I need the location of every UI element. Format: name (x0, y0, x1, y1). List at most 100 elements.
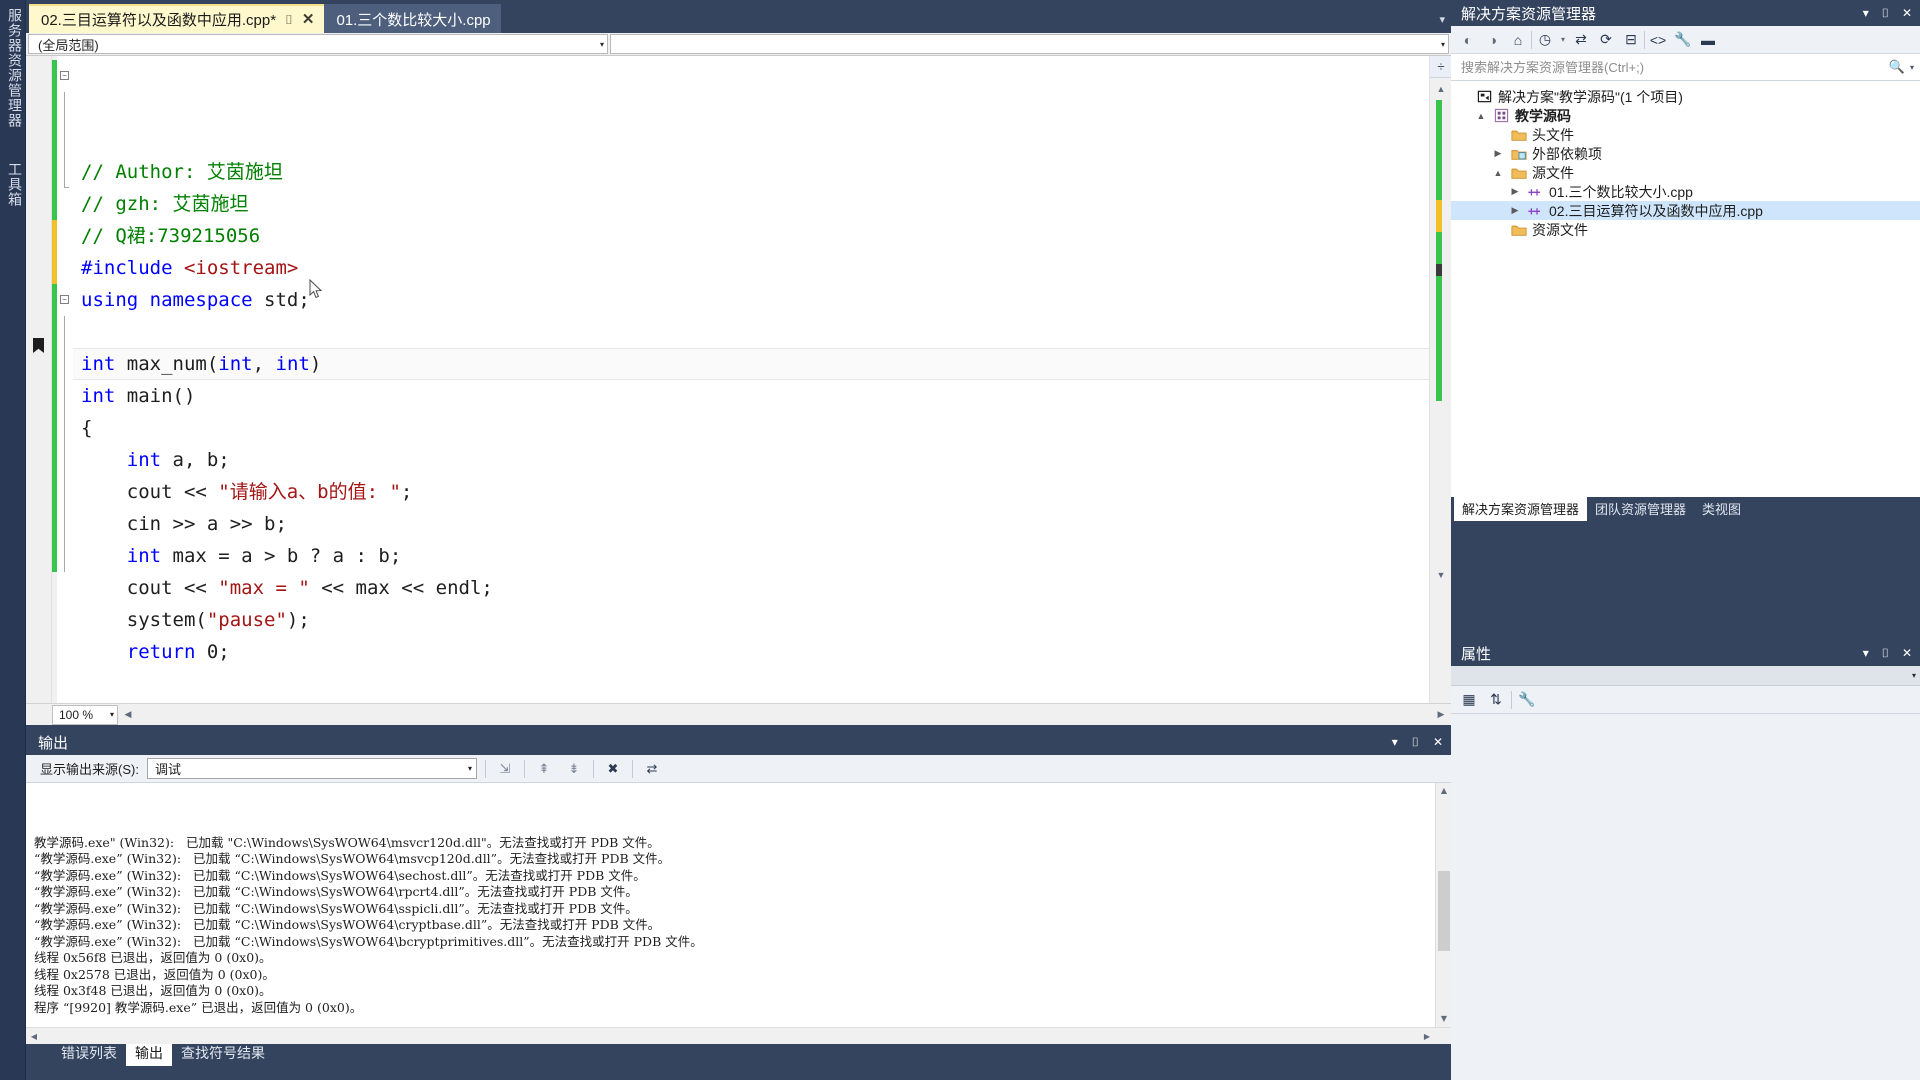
expand-icon[interactable]: ▶ (1491, 148, 1505, 159)
code-line[interactable]: int a, b; (73, 444, 1429, 476)
tree-node[interactable]: ▲ 教学源码 (1451, 106, 1920, 125)
scroll-left-icon[interactable]: ◀ (26, 1028, 42, 1045)
bookmark-icon[interactable] (33, 338, 44, 353)
pending-changes-filter-icon[interactable]: ◷ (1533, 28, 1557, 52)
alphabetical-view-icon[interactable]: ⇅ (1484, 688, 1508, 712)
code-text-area[interactable]: // Author: 艾茵施坦 // gzh: 艾茵施坦 // Q裙:7392150… (73, 56, 1429, 703)
forward-icon[interactable]: ◑ (1481, 28, 1505, 52)
jump-to-message-icon[interactable]: ⇲ (494, 758, 516, 780)
pin-icon[interactable]: ⌷ (1412, 735, 1419, 750)
properties-grid[interactable] (1451, 714, 1920, 1080)
code-line[interactable]: // gzh: 艾茵施坦 (73, 188, 1429, 220)
close-icon[interactable]: ✕ (1902, 6, 1912, 21)
bottom-tab-2[interactable]: 查找符号结果 (172, 1041, 274, 1066)
pin-icon[interactable]: ⌷ (1882, 646, 1889, 661)
pin-icon[interactable]: ⌷ (285, 13, 293, 26)
scroll-up-icon[interactable]: ▲ (1436, 783, 1451, 799)
output-horizontal-scrollbar[interactable]: ◀ ▶ (26, 1027, 1451, 1044)
code-line[interactable]: using namespace std; (73, 284, 1429, 316)
output-vertical-scrollbar[interactable]: ▲ ▼ (1435, 783, 1451, 1027)
scroll-up-icon[interactable]: ▲ (1430, 80, 1451, 98)
scroll-down-icon[interactable]: ▼ (1436, 1011, 1451, 1027)
output-log[interactable]: ▲ ▼ 教学源码.exe" (Win32): 已加载 "C:\Windows\S… (26, 783, 1451, 1027)
show-all-files-icon[interactable]: <> (1646, 28, 1670, 52)
bottom-tab-1[interactable]: 输出 (126, 1041, 172, 1066)
tree-node[interactable]: 资源文件 (1451, 220, 1920, 239)
bookmark-gutter[interactable] (26, 56, 52, 703)
code-line[interactable]: int max = a > b ? a : b; (73, 540, 1429, 572)
categorized-view-icon[interactable]: ▦ (1457, 688, 1481, 712)
scope-dropdown[interactable]: (全局范围) ▾ (28, 34, 608, 54)
clear-all-icon[interactable]: ✖ (602, 758, 624, 780)
scroll-right-icon[interactable]: ▶ (1433, 706, 1449, 724)
scroll-down-icon[interactable]: ▼ (1430, 566, 1451, 584)
tree-node[interactable]: 头文件 (1451, 125, 1920, 144)
output-source-dropdown[interactable]: 调试 ▾ (146, 758, 477, 779)
fold-collapse-icon[interactable]: − (60, 71, 69, 80)
code-line[interactable]: cout << "max = " << max << endl; (73, 572, 1429, 604)
code-line[interactable]: return 0; (73, 636, 1429, 668)
tree-node[interactable]: ▶ + + 02.三目运算符以及函数中应用.cpp (1451, 201, 1920, 220)
next-message-icon[interactable]: ⇟ (563, 758, 585, 780)
window-menu-icon[interactable]: ▾ (1392, 735, 1398, 750)
code-line[interactable]: int main() (73, 380, 1429, 412)
back-icon[interactable]: ◐ (1456, 28, 1480, 52)
solution-explorer-search[interactable]: 🔍 ▾ (1451, 54, 1920, 81)
solution-explorer-tab-2[interactable]: 类视图 (1694, 496, 1749, 521)
collapse-all-icon[interactable]: ⊟ (1619, 28, 1643, 52)
editor-horizontal-scrollbar[interactable]: ◀ ▶ (120, 706, 1449, 724)
pin-icon[interactable]: ⌷ (1882, 6, 1889, 21)
fold-collapse-icon[interactable]: − (60, 295, 69, 304)
sync-with-active-document-icon[interactable]: ⇄ (1569, 28, 1593, 52)
tree-node[interactable]: ▶ 外部依赖项 (1451, 144, 1920, 163)
collapse-icon[interactable]: ▲ (1491, 168, 1505, 178)
close-icon[interactable]: ✕ (1433, 735, 1443, 750)
expand-icon[interactable]: ▶ (1508, 205, 1522, 216)
scroll-left-icon[interactable]: ◀ (120, 706, 136, 724)
refresh-icon[interactable]: ⟳ (1594, 28, 1618, 52)
property-pages-icon[interactable]: 🔧 (1515, 688, 1539, 712)
solution-explorer-tab-1[interactable]: 团队资源管理器 (1587, 496, 1694, 521)
close-icon[interactable]: ✕ (1902, 646, 1912, 661)
split-view-icon[interactable]: ÷ (1430, 56, 1451, 78)
home-icon[interactable]: ⌂ (1506, 28, 1530, 52)
zoom-dropdown[interactable]: 100 % ▾ (52, 704, 118, 725)
previous-message-icon[interactable]: ⇞ (533, 758, 555, 780)
scroll-right-icon[interactable]: ▶ (1419, 1028, 1435, 1045)
properties-icon[interactable]: 🔧 (1671, 28, 1695, 52)
tree-node[interactable]: 解决方案"教学源码"(1 个项目) (1451, 87, 1920, 106)
toggle-word-wrap-icon[interactable]: ⇄ (641, 758, 663, 780)
tabstrip-overflow-icon[interactable]: ▾ (1439, 13, 1445, 26)
tree-node[interactable]: ▲ 源文件 (1451, 163, 1920, 182)
chevron-down-icon[interactable]: ▾ (1558, 28, 1568, 52)
solution-tree[interactable]: 解决方案"教学源码"(1 个项目) ▲ 教学源码 头文件 ▶ 外部依赖项 ▲ 源文件 ▶ + +01… (1451, 81, 1920, 497)
member-dropdown[interactable]: ▾ (610, 34, 1449, 54)
search-icon[interactable]: 🔍 (1889, 59, 1905, 75)
code-line[interactable]: cout << "请输入a、b的值: "; (73, 476, 1429, 508)
window-menu-icon[interactable]: ▾ (1863, 646, 1869, 661)
code-line[interactable]: system("pause"); (73, 604, 1429, 636)
code-line[interactable]: { (73, 412, 1429, 444)
solution-explorer-tab-0[interactable]: 解决方案资源管理器 (1454, 496, 1588, 521)
code-editor[interactable]: − − // Author: 艾茵施坦// gzh: 艾茵施坦// Q裙:7392… (26, 56, 1451, 703)
close-icon[interactable]: ✕ (302, 12, 315, 27)
code-line[interactable]: int max_num(int, int) (73, 348, 1429, 380)
collapse-icon[interactable]: ▲ (1474, 111, 1488, 121)
properties-object-dropdown[interactable]: ▾ (1451, 666, 1920, 686)
bottom-tab-0[interactable]: 错误列表 (52, 1041, 126, 1066)
expand-icon[interactable]: ▶ (1508, 186, 1522, 197)
code-line[interactable]: // Q裙:739215056 (73, 220, 1429, 252)
editor-vertical-scrollbar[interactable]: ÷ ▲ ▼ (1429, 56, 1451, 703)
code-line[interactable]: // Author: 艾茵施坦 (73, 156, 1429, 188)
code-line[interactable]: cin >> a >> b; (73, 508, 1429, 540)
code-line[interactable]: #include <iostream> (73, 252, 1429, 284)
chevron-down-icon[interactable]: ▾ (1910, 63, 1914, 72)
preview-selected-items-icon[interactable]: ▬ (1696, 28, 1720, 52)
search-input[interactable] (1461, 59, 1889, 75)
window-menu-icon[interactable]: ▾ (1863, 6, 1869, 21)
editor-tab-inactive[interactable]: 01.三个数比较大小.cpp (324, 4, 501, 33)
tree-node[interactable]: ▶ + + 01.三个数比较大小.cpp (1451, 182, 1920, 201)
code-line[interactable] (73, 316, 1429, 348)
code-folding-gutter[interactable]: − − (57, 56, 73, 703)
editor-tab-active[interactable]: 02.三目运算符以及函数中应用.cpp* ⌷ ✕ (29, 4, 325, 33)
